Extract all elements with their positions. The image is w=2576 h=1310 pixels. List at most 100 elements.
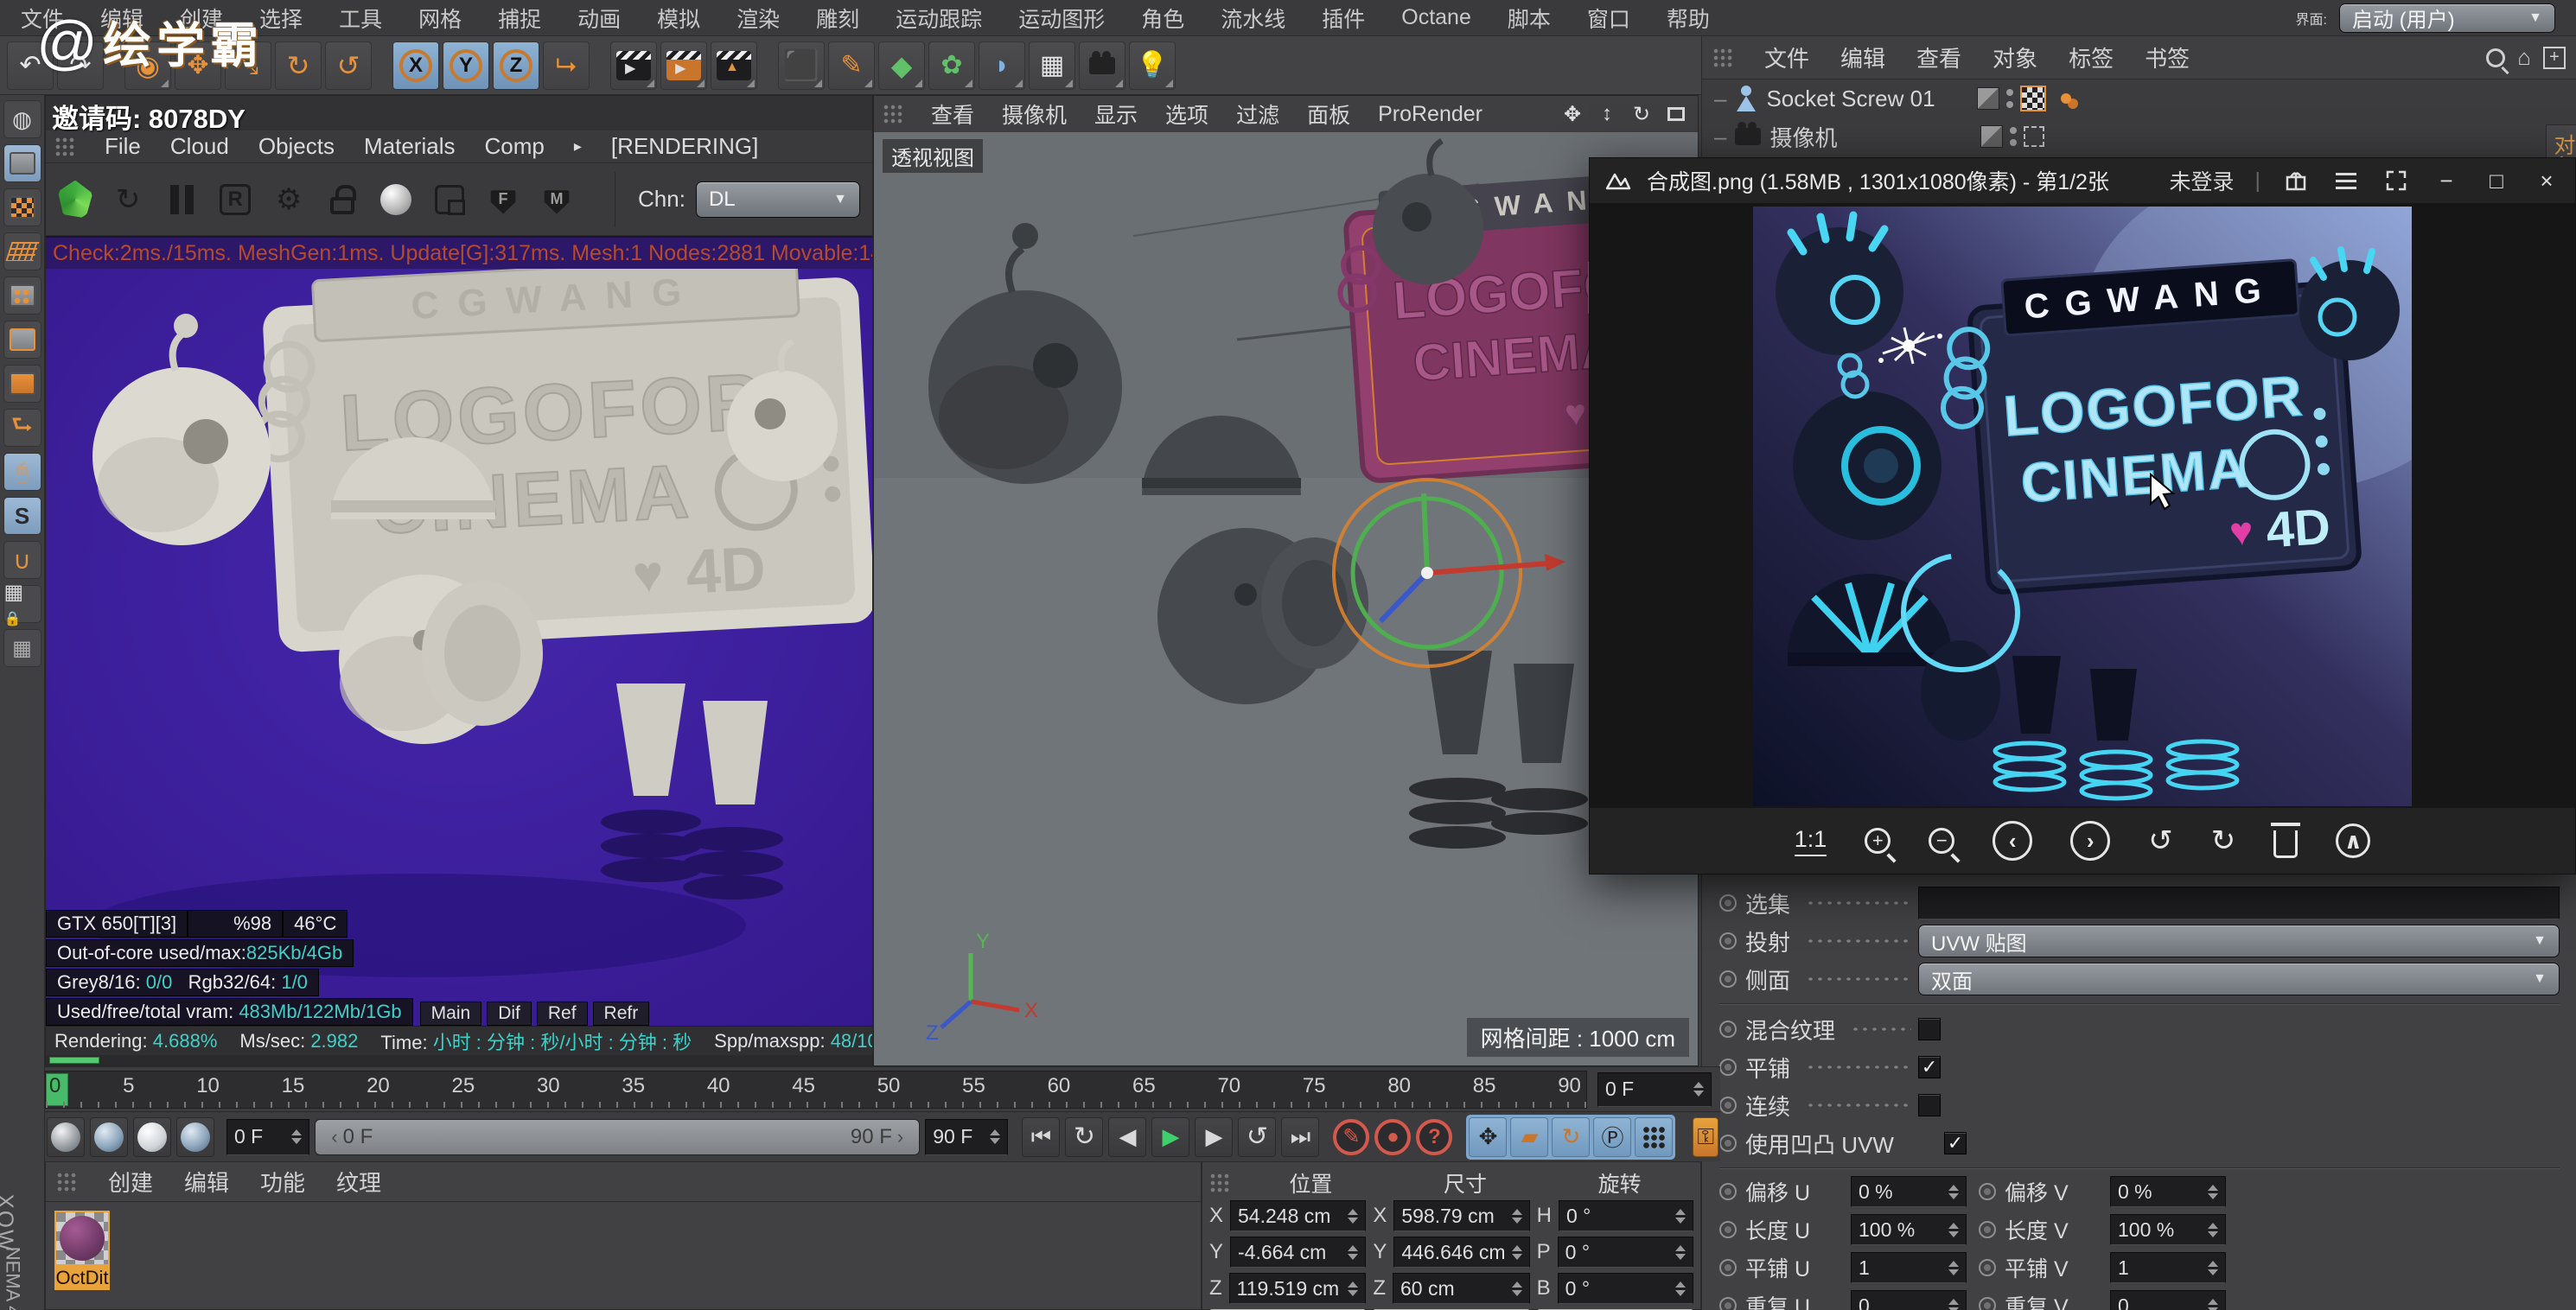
play-backwards-button[interactable]: ↻ xyxy=(1065,1117,1103,1157)
range-left-arrow-icon[interactable]: ‹ xyxy=(331,1126,337,1148)
grip-icon[interactable] xyxy=(1712,48,1733,68)
keyframe-selection-button[interactable]: ? xyxy=(1416,1119,1452,1155)
redo-button[interactable]: ↷ xyxy=(57,41,104,90)
menu-pipeline[interactable]: 流水线 xyxy=(1221,3,1285,34)
make-editable-button[interactable]: ◍ xyxy=(3,100,41,138)
mat-menu-texture[interactable]: 纹理 xyxy=(336,1166,381,1198)
texture-tag-icon[interactable] xyxy=(2020,86,2046,111)
pass-tab-main[interactable]: Main xyxy=(420,1002,482,1026)
material-picker-button[interactable] xyxy=(378,180,414,219)
octane-render-canvas[interactable]: CGWANG LOGOFOR CINEMA ♥ 4D xyxy=(46,269,872,1026)
viewport-canvas[interactable]: CGWANG LOGOFOR CINEMA ♥ 4D xyxy=(874,132,1698,1065)
spinner-icon[interactable] xyxy=(2208,1185,2218,1199)
size-x-input[interactable]: 598.79 cm xyxy=(1393,1200,1529,1231)
anim-dot-icon[interactable] xyxy=(1979,1297,1996,1310)
om-menu-tags[interactable]: 标签 xyxy=(2069,41,2114,73)
texture-mode-button[interactable] xyxy=(3,188,41,226)
viewport-menu-prorender[interactable]: ProRender xyxy=(1378,102,1482,127)
om-menu-file[interactable]: 文件 xyxy=(1764,41,1809,73)
next-image-icon[interactable]: › xyxy=(2070,821,2110,861)
timeline-key-icon[interactable]: ⚿ xyxy=(1693,1117,1718,1157)
workplane-button[interactable]: ▦ xyxy=(3,629,41,667)
composite-image[interactable]: CGWANG LOGOFOR CINEMA ♥ 4D xyxy=(1753,207,2412,806)
maximize-icon[interactable]: □ xyxy=(2482,166,2511,195)
anim-dot-icon[interactable] xyxy=(1719,1259,1737,1276)
go-to-start-button[interactable]: ⏮ xyxy=(1022,1117,1060,1157)
minimize-icon[interactable]: − xyxy=(2432,166,2461,195)
length-u-input[interactable]: 100 % xyxy=(1851,1214,1967,1245)
key-pla-toggle[interactable] xyxy=(1635,1117,1673,1157)
menu-animate[interactable]: 动画 xyxy=(577,3,621,34)
spinner-icon[interactable] xyxy=(291,1129,302,1144)
lock-x-axis-button[interactable]: X xyxy=(392,41,439,90)
snap-button[interactable]: S xyxy=(3,497,41,535)
anim-dot-icon[interactable] xyxy=(1979,1259,1996,1276)
mat-menu-create[interactable]: 创建 xyxy=(108,1166,153,1198)
anim-dot-icon[interactable] xyxy=(1719,1097,1737,1114)
offset-u-input[interactable]: 0 % xyxy=(1851,1176,1967,1207)
lock-y-axis-button[interactable]: Y xyxy=(443,41,489,90)
play-button[interactable]: ▶ xyxy=(1151,1117,1189,1157)
floor-button[interactable]: ▦ xyxy=(1029,41,1075,90)
anim-dot-icon[interactable] xyxy=(1719,1135,1737,1152)
pause-render-button[interactable] xyxy=(163,180,200,219)
material-preview[interactable] xyxy=(54,1211,110,1266)
grip-icon[interactable] xyxy=(56,1172,77,1192)
home-icon[interactable]: ⌂ xyxy=(2517,44,2531,71)
spinner-icon[interactable] xyxy=(1693,1082,1704,1097)
search-icon[interactable] xyxy=(2486,48,2505,67)
spinner-icon[interactable] xyxy=(2208,1299,2218,1310)
visibility-dots-icon[interactable] xyxy=(2010,127,2017,146)
menu-octane[interactable]: Octane xyxy=(1401,5,1471,30)
undo-button[interactable]: ↶ xyxy=(7,41,54,90)
model-mode-button[interactable] xyxy=(3,144,41,182)
add-icon[interactable]: + xyxy=(2543,47,2566,69)
image-viewer-content[interactable]: CGWANG LOGOFOR CINEMA ♥ 4D xyxy=(1590,203,2575,808)
menu-simulate[interactable]: 模拟 xyxy=(657,3,700,34)
viewport-name-label[interactable]: 透视视图 xyxy=(883,139,983,173)
mix-texture-checkbox[interactable] xyxy=(1918,1018,1941,1040)
range-right-arrow-icon[interactable]: › xyxy=(897,1126,903,1148)
region-render-button[interactable]: R xyxy=(217,180,253,219)
viewport-menu-view[interactable]: 查看 xyxy=(931,99,974,130)
spinner-icon[interactable] xyxy=(1348,1209,1358,1224)
anim-dot-icon[interactable] xyxy=(1979,1221,1996,1238)
layer-chip-icon[interactable] xyxy=(1980,125,2003,148)
material-item[interactable]: OctDit xyxy=(54,1211,112,1290)
rotate-right-icon[interactable]: ↻ xyxy=(2211,824,2236,858)
generators-button[interactable]: ◆ xyxy=(878,41,925,90)
tiles-u-input[interactable]: 1 xyxy=(1851,1252,1967,1283)
menu-tools[interactable]: 工具 xyxy=(339,3,382,34)
enable-axis-button[interactable]: ⮑ xyxy=(3,409,41,447)
tree-expand-icon[interactable]: – xyxy=(1714,86,1726,112)
spline-pen-button[interactable]: ✎ xyxy=(828,41,875,90)
repeat-u-input[interactable]: 0 xyxy=(1851,1290,1967,1310)
uv-mesh-mode-button[interactable] xyxy=(3,232,41,270)
magnet-button[interactable]: ∪ xyxy=(3,541,41,579)
lock-resolution-button[interactable] xyxy=(324,180,360,219)
render-settings-button[interactable] xyxy=(660,41,707,90)
spinner-icon[interactable] xyxy=(1512,1245,1522,1260)
spinner-icon[interactable] xyxy=(1512,1281,1522,1296)
material-tag-icon[interactable] xyxy=(2053,86,2079,111)
menu-render[interactable]: 渲染 xyxy=(736,3,780,34)
om-menu-bookmarks[interactable]: 书签 xyxy=(2145,41,2190,73)
menu-mesh[interactable]: 网格 xyxy=(418,3,462,34)
render-queue-button[interactable] xyxy=(711,41,757,90)
octane-menu-materials[interactable]: Materials xyxy=(364,133,455,160)
visibility-dots-icon[interactable] xyxy=(2006,89,2013,108)
lock-z-axis-button[interactable]: Z xyxy=(493,41,539,90)
edges-mode-button[interactable] xyxy=(3,321,41,359)
viewport-menu-camera[interactable]: 摄像机 xyxy=(1002,99,1067,130)
primitive-cube-button[interactable]: ⬛ xyxy=(778,41,825,90)
repeat-v-input[interactable]: 0 xyxy=(2110,1290,2226,1310)
login-status[interactable]: 未登录 xyxy=(2169,165,2234,196)
last-tool-button[interactable]: ↺ xyxy=(325,41,372,90)
anim-dot-icon[interactable] xyxy=(1719,1297,1737,1310)
gift-icon[interactable] xyxy=(2281,166,2311,195)
toggle-view-icon[interactable] xyxy=(1663,101,1689,127)
anim-dot-icon[interactable] xyxy=(1719,970,1737,988)
key-interpolation-4[interactable] xyxy=(176,1117,214,1157)
mat-menu-edit[interactable]: 编辑 xyxy=(184,1166,229,1198)
scale-tool-button[interactable]: ⤡ xyxy=(225,41,271,90)
